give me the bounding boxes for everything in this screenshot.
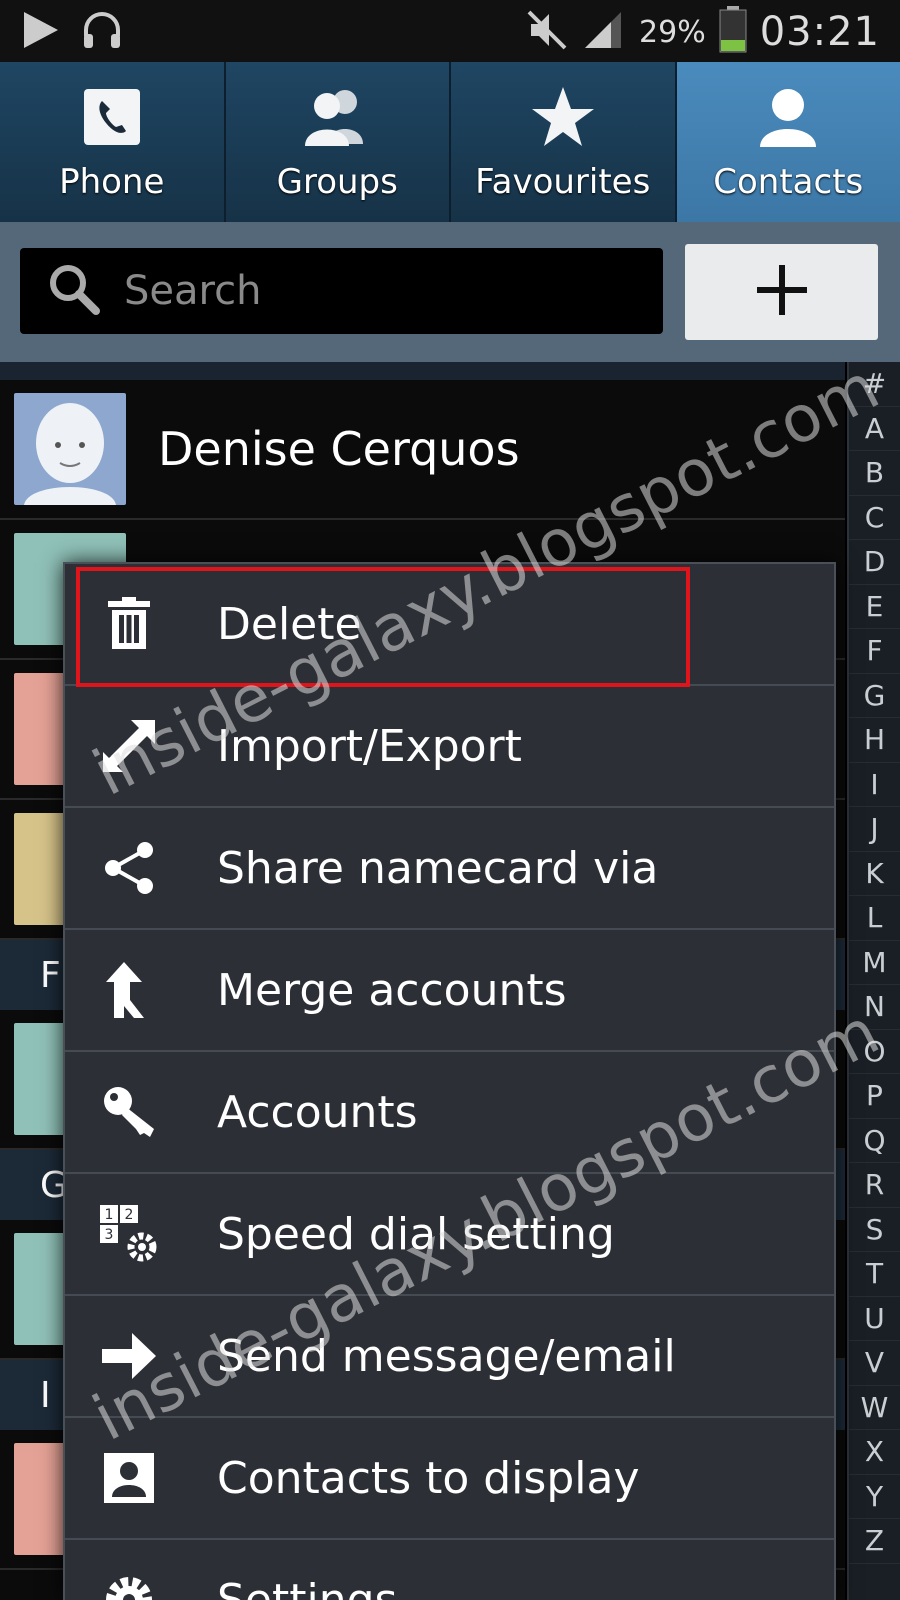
svg-text:1: 1 bbox=[105, 1207, 114, 1223]
menu-item-label: Send message/email bbox=[217, 1330, 676, 1382]
merge-icon bbox=[97, 958, 161, 1022]
index-letter[interactable]: H bbox=[849, 718, 900, 763]
index-letter[interactable]: S bbox=[849, 1208, 900, 1252]
menu-item-label: Delete bbox=[217, 598, 362, 650]
contact-name: Denise Cerquos bbox=[158, 422, 520, 476]
menu-item-label: Speed dial setting bbox=[217, 1208, 615, 1260]
contact-display-icon bbox=[97, 1446, 161, 1510]
tab-label: Favourites bbox=[475, 162, 651, 202]
signal-icon bbox=[581, 8, 627, 56]
index-letter[interactable]: Q bbox=[849, 1119, 900, 1163]
search-icon bbox=[46, 261, 102, 321]
menu-item-delete[interactable]: Delete bbox=[65, 564, 834, 686]
index-letter[interactable]: R bbox=[849, 1163, 900, 1208]
search-row bbox=[0, 222, 900, 362]
key-icon bbox=[97, 1080, 161, 1144]
menu-item-speed-dial[interactable]: 123 Speed dial setting bbox=[65, 1174, 834, 1296]
index-letter[interactable]: J bbox=[849, 807, 900, 852]
menu-item-label: Merge accounts bbox=[217, 964, 567, 1016]
contact-icon bbox=[756, 82, 820, 152]
menu-item-merge-accounts[interactable]: Merge accounts bbox=[65, 930, 834, 1052]
menu-item-label: Accounts bbox=[217, 1086, 418, 1138]
speed-dial-icon: 123 bbox=[97, 1202, 161, 1266]
tab-groups[interactable]: Groups bbox=[225, 62, 451, 222]
index-letter[interactable]: C bbox=[849, 496, 900, 540]
search-input[interactable] bbox=[124, 268, 604, 314]
index-letter[interactable]: X bbox=[849, 1430, 900, 1475]
menu-item-label: Import/Export bbox=[217, 720, 522, 772]
status-bar: 29% 03:21 bbox=[0, 0, 900, 62]
arrow-right-icon bbox=[97, 1324, 161, 1388]
svg-text:2: 2 bbox=[125, 1207, 134, 1223]
battery-icon bbox=[718, 6, 748, 58]
index-letter[interactable]: P bbox=[849, 1074, 900, 1119]
search-box[interactable] bbox=[20, 248, 663, 334]
tab-label: Groups bbox=[276, 162, 398, 202]
list-divider bbox=[0, 362, 845, 380]
tab-phone[interactable]: Phone bbox=[0, 62, 226, 222]
share-icon bbox=[97, 836, 161, 900]
list-item[interactable]: Denise Cerquos bbox=[0, 380, 845, 520]
index-letter[interactable]: L bbox=[849, 896, 900, 941]
clock: 03:21 bbox=[759, 9, 880, 55]
index-letter[interactable]: A bbox=[849, 407, 900, 451]
menu-item-label: Settings bbox=[217, 1574, 398, 1600]
index-letter[interactable]: G bbox=[849, 674, 900, 718]
index-letter[interactable]: O bbox=[849, 1030, 900, 1074]
trash-icon bbox=[97, 592, 161, 656]
tab-favourites[interactable]: Favourites bbox=[451, 62, 677, 222]
battery-percent: 29% bbox=[639, 14, 706, 50]
index-letter[interactable]: W bbox=[849, 1386, 900, 1430]
index-letter[interactable]: Z bbox=[849, 1519, 900, 1564]
index-letter[interactable]: B bbox=[849, 451, 900, 496]
menu-item-contacts-to-display[interactable]: Contacts to display bbox=[65, 1418, 834, 1540]
index-letter[interactable]: # bbox=[849, 362, 900, 407]
groups-icon bbox=[297, 82, 377, 152]
index-letter[interactable]: V bbox=[849, 1341, 900, 1386]
tab-contacts[interactable]: Contacts bbox=[676, 62, 900, 222]
index-letter[interactable]: N bbox=[849, 985, 900, 1030]
phone-icon bbox=[82, 82, 142, 152]
import-export-icon bbox=[97, 714, 161, 778]
index-letter[interactable]: I bbox=[849, 763, 900, 807]
play-icon bbox=[18, 8, 62, 56]
index-letter[interactable]: T bbox=[849, 1252, 900, 1297]
plus-icon bbox=[755, 263, 809, 321]
tab-label: Phone bbox=[59, 162, 165, 202]
menu-item-settings[interactable]: Settings bbox=[65, 1540, 834, 1600]
alphabet-index[interactable]: # A B C D E F G H I J K L M N O P Q R S T U V W X Y Z bbox=[847, 362, 900, 1600]
menu-item-label: Contacts to display bbox=[217, 1452, 640, 1504]
index-letter[interactable]: Y bbox=[849, 1475, 900, 1519]
index-letter[interactable]: F bbox=[849, 629, 900, 674]
svg-text:3: 3 bbox=[105, 1227, 114, 1243]
index-letter[interactable]: D bbox=[849, 540, 900, 585]
mute-icon bbox=[525, 8, 569, 56]
add-contact-button[interactable] bbox=[685, 244, 878, 340]
options-menu: Delete Import/Export Share namecard via … bbox=[63, 562, 836, 1600]
avatar bbox=[14, 393, 126, 505]
menu-item-accounts[interactable]: Accounts bbox=[65, 1052, 834, 1174]
menu-item-import-export[interactable]: Import/Export bbox=[65, 686, 834, 808]
menu-item-share-namecard[interactable]: Share namecard via bbox=[65, 808, 834, 930]
headphones-icon bbox=[80, 8, 124, 56]
tab-bar: Phone Groups Favourites Contacts bbox=[0, 62, 900, 222]
tab-label: Contacts bbox=[713, 162, 864, 202]
star-icon bbox=[530, 82, 596, 152]
gear-icon bbox=[97, 1568, 161, 1600]
index-letter[interactable]: M bbox=[849, 941, 900, 985]
index-letter[interactable]: K bbox=[849, 852, 900, 896]
index-letter[interactable]: E bbox=[849, 585, 900, 629]
menu-item-send-message[interactable]: Send message/email bbox=[65, 1296, 834, 1418]
menu-item-label: Share namecard via bbox=[217, 842, 659, 894]
index-letter[interactable]: U bbox=[849, 1297, 900, 1341]
